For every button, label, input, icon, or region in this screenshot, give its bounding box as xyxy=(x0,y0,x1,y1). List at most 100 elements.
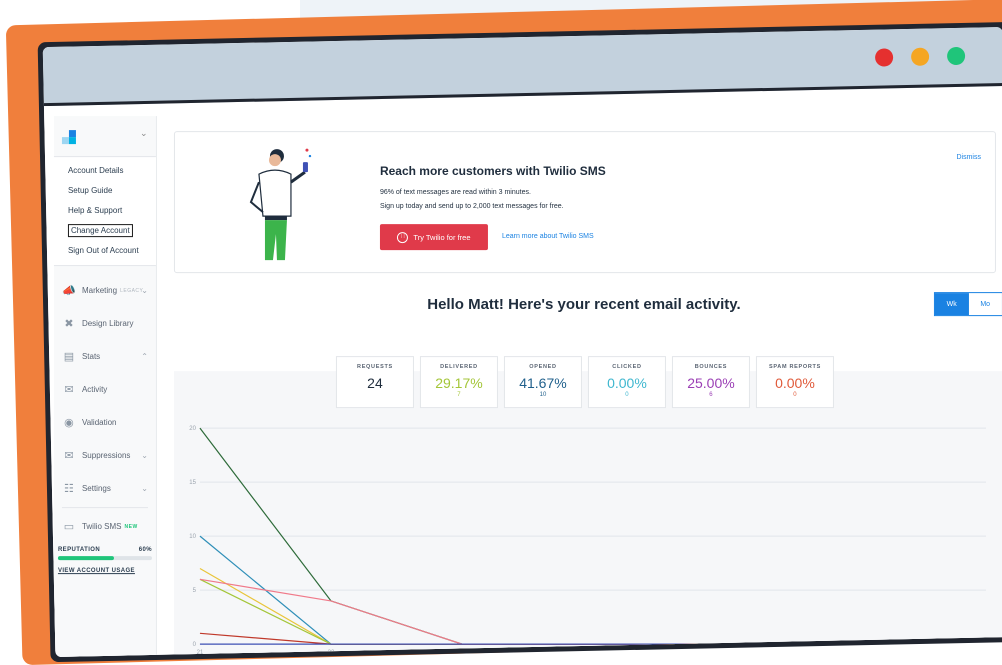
y-tick-label: 20 xyxy=(189,426,196,432)
stat-count: 0 xyxy=(757,392,833,398)
stat-count: 6 xyxy=(673,392,749,398)
account-switcher[interactable]: ⌄ xyxy=(54,116,156,156)
series-line-3 xyxy=(200,579,986,644)
change-account-label: Change Account xyxy=(68,224,133,237)
stat-card-spam-reports[interactable]: SPAM REPORTS 0.00% 0 xyxy=(756,356,834,408)
nav-label-stats: Stats xyxy=(82,352,100,361)
chevron-up-icon: ⌃ xyxy=(141,352,148,361)
reputation-bar-fill xyxy=(58,556,114,560)
y-tick-label: 0 xyxy=(193,642,197,648)
nav-item-twilio-sms[interactable]: ▭ Twilio SMS NEW xyxy=(54,510,156,543)
new-badge: NEW xyxy=(125,524,138,530)
chat-icon: ▭ xyxy=(62,520,76,534)
stat-label: SPAM REPORTS xyxy=(757,364,833,370)
nav-label-marketing: Marketing xyxy=(82,286,117,295)
stat-value: 0.00% xyxy=(589,375,665,391)
design-library-icon: ✖ xyxy=(62,317,76,331)
stat-card-delivered[interactable]: DELIVERED 29.17% 7 xyxy=(420,356,498,408)
email-activity-chart: 0510152021222324252627 xyxy=(174,416,1002,657)
stat-label: REQUESTS xyxy=(337,364,413,370)
nav-item-marketing[interactable]: 📣 Marketing LEGACY ⌄ xyxy=(54,274,156,307)
sidebar: ⌄ Account Details Setup Guide Help & Sup… xyxy=(54,116,157,657)
chevron-down-icon: ⌄ xyxy=(141,484,148,493)
menu-item-account-details[interactable]: Account Details xyxy=(54,161,156,181)
account-menu: Account Details Setup Guide Help & Suppo… xyxy=(54,156,156,266)
x-tick-label: 27 xyxy=(983,650,990,656)
view-account-usage-link[interactable]: VIEW ACCOUNT USAGE xyxy=(58,568,152,574)
stat-label: CLICKED xyxy=(589,364,665,370)
envelope-icon: ✉ xyxy=(62,383,76,397)
reputation-value: 60% xyxy=(139,547,152,553)
stat-label: OPENED xyxy=(505,364,581,370)
nav-item-validation[interactable]: ◉ Validation xyxy=(54,406,156,439)
learn-more-link[interactable]: Learn more about Twilio SMS xyxy=(502,233,594,240)
nav-item-settings[interactable]: ☷ Settings ⌄ xyxy=(54,472,156,505)
nav-label-suppressions: Suppressions xyxy=(82,451,130,460)
x-tick-label: 25 xyxy=(721,650,728,656)
stat-value: 24 xyxy=(337,375,413,391)
stat-card-clicked[interactable]: CLICKED 0.00% 0 xyxy=(588,356,666,408)
chevron-down-icon: ⌄ xyxy=(140,128,148,139)
dismiss-link[interactable]: Dismiss xyxy=(956,154,981,161)
sliders-icon: ☷ xyxy=(62,482,76,496)
series-line-4 xyxy=(200,579,986,644)
nav-item-suppressions[interactable]: ✉ Suppressions ⌄ xyxy=(54,439,156,472)
y-tick-label: 5 xyxy=(193,588,197,594)
reputation-meter: REPUTATION 60% VIEW ACCOUNT USAGE xyxy=(54,543,156,578)
stat-value: 41.67% xyxy=(505,375,581,391)
stat-value: 25.00% xyxy=(673,375,749,391)
stat-count: 7 xyxy=(421,392,497,398)
menu-item-sign-out[interactable]: Sign Out of Account xyxy=(54,241,156,261)
stat-label: DELIVERED xyxy=(421,364,497,370)
reputation-label: REPUTATION xyxy=(58,547,100,553)
stat-value: 29.17% xyxy=(421,375,497,391)
try-twilio-label: Try Twilio for free xyxy=(413,233,470,242)
twilio-icon: ∷ xyxy=(397,232,408,243)
try-twilio-button[interactable]: ∷ Try Twilio for free xyxy=(380,224,488,250)
banner-title: Reach more customers with Twilio SMS xyxy=(380,164,606,178)
stat-card-requests[interactable]: REQUESTS 24 xyxy=(336,356,414,408)
period-toggle: Wk Mo xyxy=(934,292,1002,316)
stat-count: 0 xyxy=(589,392,665,398)
stat-card-bounces[interactable]: BOUNCES 25.00% 6 xyxy=(672,356,750,408)
nav-label-validation: Validation xyxy=(82,418,117,427)
minimize-window-button[interactable] xyxy=(911,48,929,66)
y-tick-label: 10 xyxy=(189,534,196,540)
megaphone-icon: 📣 xyxy=(62,284,76,298)
nav-item-stats[interactable]: ▤ Stats ⌃ xyxy=(54,340,156,373)
maximize-window-button[interactable] xyxy=(947,47,965,65)
toggle-week[interactable]: Wk xyxy=(935,293,969,315)
person-illustration xyxy=(235,142,325,262)
greeting-heading: Hello Matt! Here's your recent email act… xyxy=(174,296,994,313)
nav-label-design-library: Design Library xyxy=(82,319,134,328)
banner-text-line-1: 96% of text messages are read within 3 m… xyxy=(380,189,531,196)
stats-cards: REQUESTS 24 DELIVERED 29.17% 7 OPENED 41… xyxy=(336,356,834,408)
menu-item-change-account[interactable]: Change Account xyxy=(54,221,156,241)
nav-item-design-library[interactable]: ✖ Design Library xyxy=(54,307,156,340)
nav-label-twilio-sms: Twilio SMS xyxy=(82,522,122,531)
reputation-bar xyxy=(58,556,152,560)
app-content: ⌄ Account Details Setup Guide Help & Sup… xyxy=(44,106,1002,657)
validation-icon: ◉ xyxy=(62,416,76,430)
twilio-sms-banner: Reach more customers with Twilio SMS 96%… xyxy=(174,131,996,273)
stat-card-opened[interactable]: OPENED 41.67% 10 xyxy=(504,356,582,408)
menu-item-setup-guide[interactable]: Setup Guide xyxy=(54,181,156,201)
sendgrid-logo xyxy=(62,130,76,144)
toggle-month[interactable]: Mo xyxy=(968,293,1002,315)
nav-item-activity[interactable]: ✉ Activity xyxy=(54,373,156,406)
nav-label-settings: Settings xyxy=(82,484,111,493)
x-tick-label: 26 xyxy=(852,650,859,656)
chevron-down-icon: ⌄ xyxy=(141,451,148,460)
chevron-down-icon: ⌄ xyxy=(141,286,148,295)
close-window-button[interactable] xyxy=(875,48,893,66)
menu-item-help-support[interactable]: Help & Support xyxy=(54,201,156,221)
stat-count: 10 xyxy=(505,392,581,398)
stat-label: BOUNCES xyxy=(673,364,749,370)
x-tick-label: 24 xyxy=(590,650,597,656)
legacy-badge: LEGACY xyxy=(120,288,143,294)
banner-text-line-2: Sign up today and send up to 2,000 text … xyxy=(380,203,564,210)
y-tick-label: 15 xyxy=(189,480,196,486)
stat-value: 0.00% xyxy=(757,375,833,391)
suppressions-icon: ✉ xyxy=(62,449,76,463)
nav-label-activity: Activity xyxy=(82,385,107,394)
